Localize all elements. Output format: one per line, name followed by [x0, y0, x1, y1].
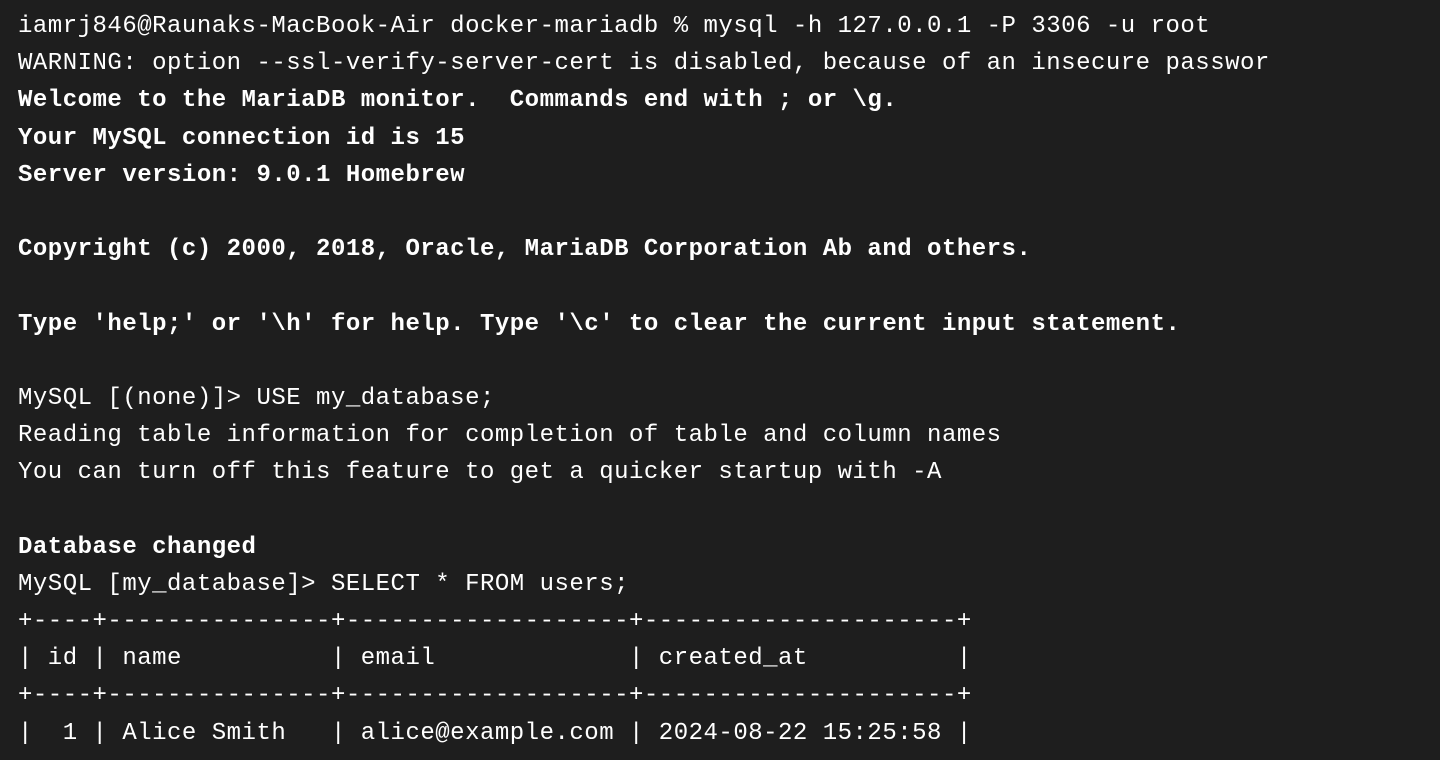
terminal-line-10: MySQL [(none)]> USE my_database; [18, 380, 1422, 417]
terminal-line-1: WARNING: option --ssl-verify-server-cert… [18, 45, 1422, 82]
terminal-line-7 [18, 268, 1422, 305]
terminal-output[interactable]: iamrj846@Raunaks-MacBook-Air docker-mari… [18, 8, 1422, 752]
terminal-line-16: +----+---------------+------------------… [18, 603, 1422, 640]
terminal-line-0: iamrj846@Raunaks-MacBook-Air docker-mari… [18, 8, 1422, 45]
terminal-line-11: Reading table information for completion… [18, 417, 1422, 454]
terminal-line-6: Copyright (c) 2000, 2018, Oracle, MariaD… [18, 231, 1422, 268]
terminal-line-14: Database changed [18, 529, 1422, 566]
terminal-line-19: | 1 | Alice Smith | alice@example.com | … [18, 715, 1422, 752]
terminal-line-15: MySQL [my_database]> SELECT * FROM users… [18, 566, 1422, 603]
terminal-line-18: +----+---------------+------------------… [18, 677, 1422, 714]
terminal-line-8: Type 'help;' or '\h' for help. Type '\c'… [18, 306, 1422, 343]
terminal-line-3: Your MySQL connection id is 15 [18, 120, 1422, 157]
terminal-line-17: | id | name | email | created_at | [18, 640, 1422, 677]
terminal-line-2: Welcome to the MariaDB monitor. Commands… [18, 82, 1422, 119]
terminal-line-12: You can turn off this feature to get a q… [18, 454, 1422, 491]
terminal-line-5 [18, 194, 1422, 231]
terminal-line-4: Server version: 9.0.1 Homebrew [18, 157, 1422, 194]
terminal-line-13 [18, 491, 1422, 528]
terminal-line-9 [18, 343, 1422, 380]
